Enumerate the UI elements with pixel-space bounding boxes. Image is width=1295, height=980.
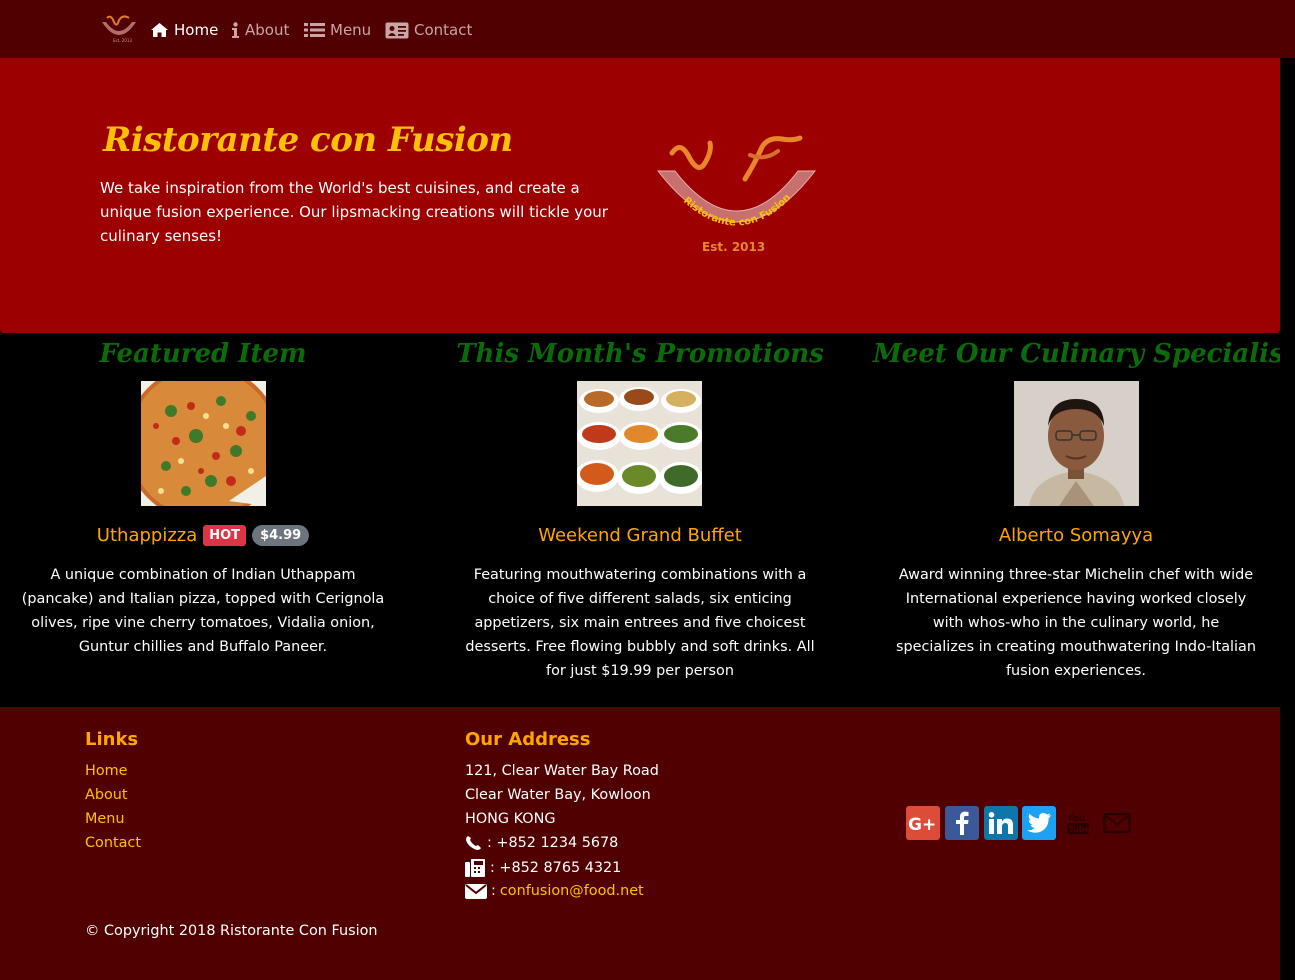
nav-contact-label: Contact: [414, 21, 473, 39]
leader-name-row: Alberto Somayya: [873, 525, 1279, 546]
navbar: Est. 2013 Home About Menu Contact: [0, 0, 1295, 58]
leader-photo: [1014, 381, 1139, 506]
footer: Links Home About Menu Contact Our Addres…: [0, 707, 1280, 980]
featured-item-description: A unique combination of Indian Uthappam …: [21, 567, 385, 655]
uthappizza-image: [141, 381, 266, 506]
links-heading: Links: [85, 729, 139, 750]
google-plus-button[interactable]: G+: [906, 806, 940, 840]
email-line: : confusion@food.net: [465, 883, 644, 899]
youtube-button[interactable]: You Tube: [1061, 806, 1095, 840]
address-line-1-text: 121, Clear Water Bay Road: [465, 763, 659, 779]
svg-text:You: You: [1066, 814, 1085, 824]
twitter-button[interactable]: [1022, 806, 1056, 840]
featured-item-name: Uthappizza: [96, 525, 198, 546]
fax-number: : +852 8765 4321: [490, 860, 622, 876]
nav-menu[interactable]: Menu: [304, 18, 371, 42]
featured-item-name-row: Uthappizza HOT $4.99: [0, 525, 406, 546]
address-line-1: 121, Clear Water Bay Road: [465, 763, 659, 779]
email-link[interactable]: confusion@food.net: [500, 883, 644, 899]
buffet-image: [577, 381, 702, 506]
facebook-button[interactable]: [945, 806, 979, 840]
promotion-title: This Month's Promotions: [456, 339, 824, 369]
fax-icon: [465, 859, 485, 877]
nav-about[interactable]: About: [231, 18, 289, 42]
address-line-3: HONG KONG: [465, 811, 556, 827]
address-line-2-text: Clear Water Bay, Kowloon: [465, 787, 651, 803]
footer-link-about[interactable]: About: [85, 787, 128, 803]
mail-icon: [1103, 812, 1131, 834]
linkedin-button[interactable]: [984, 806, 1018, 840]
email-prefix: :: [491, 883, 496, 899]
footer-link-menu[interactable]: Menu: [85, 811, 125, 827]
linkedin-icon: [988, 812, 1013, 834]
nav-contact[interactable]: Contact: [385, 18, 472, 42]
logo-year-text: Est. 2013: [702, 240, 765, 254]
facebook-icon: [956, 811, 969, 835]
phone-icon: [466, 836, 481, 850]
nav-home-label: Home: [174, 21, 219, 39]
featured-item-title: Featured Item: [99, 339, 307, 369]
jumbotron-title: Ristorante con Fusion: [103, 120, 513, 160]
jumbotron-text: We take inspiration from the World's bes…: [100, 179, 608, 245]
google-plus-icon: G+: [908, 815, 936, 833]
list-icon: [304, 23, 325, 37]
address-card-icon: [385, 22, 409, 38]
twitter-icon: [1027, 813, 1051, 833]
address-line-2: Clear Water Bay, Kowloon: [465, 787, 651, 803]
leader-description: Award winning three-star Michelin chef w…: [896, 567, 1256, 679]
nav-home[interactable]: Home: [150, 18, 218, 42]
promotion-description: Featuring mouthwatering combinations wit…: [465, 567, 815, 679]
jumbotron: Ristorante con Fusion We take inspiratio…: [0, 58, 1280, 333]
leader-title: Meet Our Culinary Specialist: [873, 339, 1295, 369]
nav-menu-label: Menu: [330, 21, 372, 39]
svg-text:G+: G+: [908, 815, 936, 833]
mail-button[interactable]: [1100, 806, 1134, 840]
promotion-name-row: Weekend Grand Buffet: [437, 525, 843, 546]
promotion-name: Weekend Grand Buffet: [538, 525, 742, 546]
restaurant-logo[interactable]: Est. 2013: [99, 12, 139, 44]
phone-number: : +852 1234 5678: [487, 835, 619, 851]
phone-line: : +852 1234 5678: [465, 835, 618, 851]
hot-badge: HOT: [203, 525, 247, 546]
nav-about-label: About: [245, 21, 290, 39]
page-scrollbar-track[interactable]: [1280, 58, 1295, 980]
youtube-icon: You Tube: [1066, 814, 1091, 834]
fax-line: : +852 8765 4321: [465, 859, 621, 877]
envelope-icon: [465, 883, 487, 899]
svg-text:Tube: Tube: [1069, 825, 1091, 834]
info-icon: [232, 21, 239, 38]
price-badge: $4.99: [252, 525, 310, 546]
svg-text:Est. 2013: Est. 2013: [113, 38, 132, 43]
leader-name: Alberto Somayya: [998, 525, 1154, 546]
address-heading: Our Address: [465, 729, 591, 750]
footer-link-home[interactable]: Home: [85, 763, 128, 779]
footer-link-contact[interactable]: Contact: [85, 835, 141, 851]
jumbotron-logo: Ristorante con Fusion Est. 2013: [656, 135, 817, 254]
address-line-3-text: HONG KONG: [465, 811, 556, 827]
copyright-text: © Copyright 2018 Ristorante Con Fusion: [85, 923, 378, 939]
home-icon: [151, 23, 168, 37]
